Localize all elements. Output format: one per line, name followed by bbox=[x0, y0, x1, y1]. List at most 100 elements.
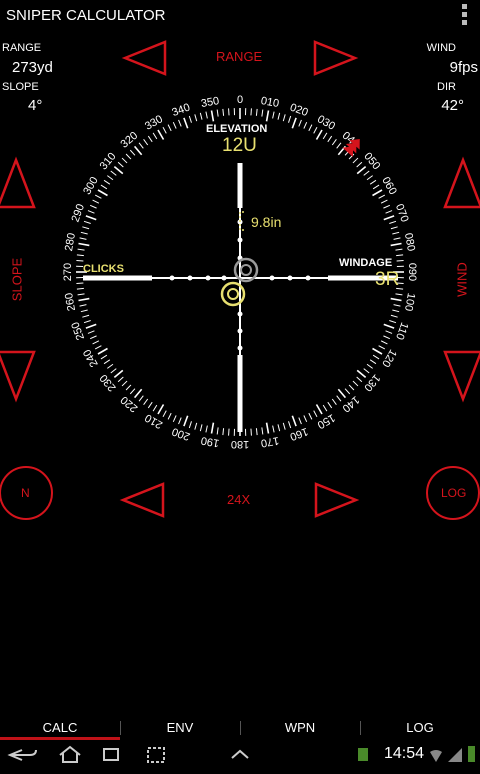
compass-tick bbox=[195, 423, 197, 430]
north-button[interactable]: N bbox=[21, 486, 30, 500]
compass-tick bbox=[332, 139, 336, 145]
compass-label: 320 bbox=[118, 130, 140, 151]
compass-tick bbox=[262, 427, 263, 434]
compass-tick bbox=[395, 294, 402, 295]
elevation-label: ELEVATION bbox=[206, 123, 267, 135]
compass-tick bbox=[82, 315, 89, 317]
compass-tick bbox=[337, 396, 341, 402]
compass-tick bbox=[206, 426, 207, 433]
signal-icon bbox=[448, 748, 462, 762]
compass-tick bbox=[77, 288, 84, 289]
compass-tick bbox=[283, 423, 285, 430]
reticle-canvas: 0010020030040050060070080090100110120130… bbox=[0, 0, 480, 716]
wind-up-arrow[interactable] bbox=[445, 160, 480, 207]
screenshot-icon[interactable] bbox=[148, 748, 164, 762]
compass-tick bbox=[173, 415, 176, 421]
compass-label: 130 bbox=[361, 372, 382, 394]
compass-tick bbox=[139, 396, 143, 402]
compass-label: 060 bbox=[379, 175, 399, 197]
compass-tick bbox=[148, 136, 152, 142]
compass-tick bbox=[101, 355, 107, 359]
slope-down-arrow[interactable] bbox=[0, 352, 34, 399]
compass-tick bbox=[262, 110, 263, 117]
range-decrease-arrow[interactable] bbox=[125, 42, 165, 74]
compass-tick bbox=[82, 227, 89, 229]
tab-calc[interactable]: CALC bbox=[0, 717, 120, 739]
compass-label: 150 bbox=[315, 411, 337, 431]
compass-tick bbox=[314, 411, 317, 417]
compass-tick bbox=[384, 216, 394, 220]
compass-tick bbox=[273, 112, 274, 119]
compass-label: 330 bbox=[143, 113, 165, 133]
compass-tick bbox=[90, 205, 96, 208]
compass-tick bbox=[86, 216, 96, 220]
compass-tick bbox=[373, 355, 379, 359]
compass-label: 210 bbox=[143, 411, 165, 431]
compass-label: 200 bbox=[170, 425, 191, 443]
compass-label: 110 bbox=[393, 321, 410, 342]
tab-log[interactable]: LOG bbox=[360, 717, 480, 739]
compass-tick bbox=[189, 421, 191, 428]
zoom-decrease-arrow[interactable] bbox=[123, 484, 163, 516]
compass-tick bbox=[292, 118, 296, 128]
compass-tick bbox=[289, 421, 291, 428]
compass-tick bbox=[256, 428, 257, 435]
compass-tick bbox=[135, 389, 142, 397]
compass-label: 300 bbox=[81, 175, 101, 197]
compass-tick bbox=[364, 171, 370, 175]
compass-tick bbox=[317, 130, 323, 140]
compass-tick bbox=[95, 195, 101, 198]
home-icon[interactable] bbox=[60, 747, 80, 762]
compass-label: 340 bbox=[170, 102, 191, 120]
compass-tick bbox=[317, 405, 323, 415]
log-button[interactable]: LOG bbox=[441, 486, 466, 500]
compass-tick bbox=[391, 299, 402, 301]
compass-label: 090 bbox=[406, 263, 418, 281]
slope-up-arrow[interactable] bbox=[0, 160, 34, 207]
compass-tick bbox=[81, 232, 88, 234]
zoom-increase-arrow[interactable] bbox=[316, 484, 356, 516]
compass-tick bbox=[394, 305, 401, 306]
windage-label: WINDAGE bbox=[339, 257, 392, 269]
compass-label: 310 bbox=[98, 150, 119, 172]
compass-tick bbox=[392, 310, 399, 312]
compass-tick bbox=[273, 426, 274, 433]
compass-label: 240 bbox=[81, 347, 101, 369]
wind-down-arrow[interactable] bbox=[445, 352, 480, 399]
compass-tick bbox=[370, 180, 376, 184]
compass-tick bbox=[357, 167, 365, 174]
compass-tick bbox=[391, 244, 402, 246]
battery-icon bbox=[468, 746, 475, 762]
compass-tick bbox=[126, 154, 131, 159]
compass-tick bbox=[389, 221, 396, 223]
tab-wpn[interactable]: WPN bbox=[240, 717, 360, 739]
compass-tick bbox=[386, 331, 392, 334]
compass-tick bbox=[379, 346, 385, 349]
range-increase-arrow[interactable] bbox=[315, 42, 355, 74]
compass-tick bbox=[200, 424, 202, 431]
compass-tick bbox=[373, 185, 379, 189]
compass-label: 230 bbox=[98, 372, 119, 394]
notification-icon[interactable] bbox=[358, 748, 368, 761]
compass-tick bbox=[130, 150, 135, 155]
compass-tick bbox=[304, 122, 307, 128]
compass-tick bbox=[158, 130, 164, 140]
compass-label: 120 bbox=[379, 347, 399, 369]
compass-tick bbox=[392, 232, 399, 234]
compass-label: 350 bbox=[200, 95, 220, 110]
windage-value: 3R bbox=[375, 269, 399, 291]
compass-tick bbox=[86, 324, 96, 328]
compass-tick bbox=[114, 167, 122, 174]
compass-tick bbox=[357, 370, 365, 377]
tab-env[interactable]: ENV bbox=[120, 717, 240, 739]
bottom-tab-bar: CALC ENV WPN LOG bbox=[0, 717, 480, 739]
clicks-label: CLICKS bbox=[83, 263, 124, 275]
back-icon[interactable] bbox=[10, 750, 36, 760]
compass-label: 280 bbox=[63, 232, 78, 252]
recent-apps-icon[interactable] bbox=[104, 749, 118, 760]
drop-value: 9.8in bbox=[251, 214, 281, 230]
chevron-up-icon[interactable] bbox=[232, 751, 248, 758]
compass-tick bbox=[95, 346, 101, 349]
compass-tick bbox=[98, 190, 108, 196]
compass-tick bbox=[381, 200, 387, 203]
